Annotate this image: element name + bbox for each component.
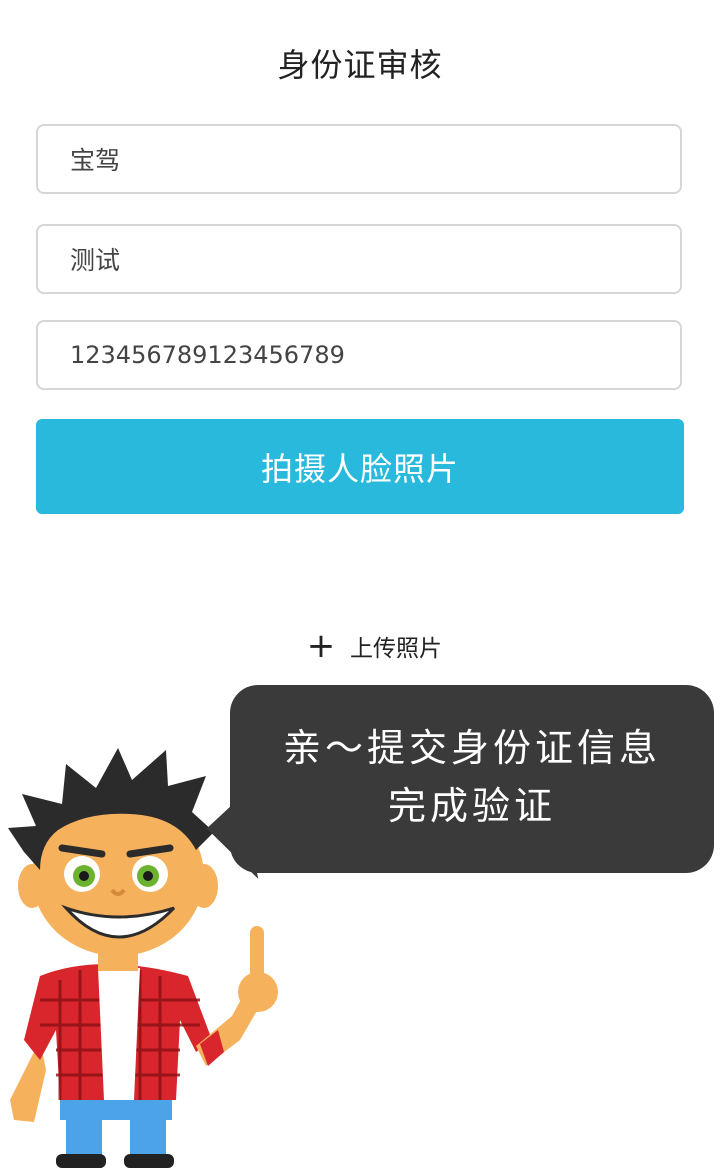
field-input-2[interactable] (36, 224, 682, 294)
bubble-line-1: 亲～提交身份证信息 (282, 726, 661, 770)
speech-bubble-text: 亲～提交身份证信息 完成验证 (230, 719, 714, 835)
bubble-line-2: 完成验证 (387, 784, 556, 828)
id-number-input[interactable] (36, 320, 682, 390)
field-input-1[interactable] (36, 124, 682, 194)
plus-icon: + (306, 626, 336, 666)
speech-bubble: 亲～提交身份证信息 完成验证 (230, 685, 714, 873)
page-title: 身份证审核 (277, 46, 443, 84)
capture-face-photo-button[interactable]: 拍摄人脸照片 (36, 419, 684, 514)
upload-photo-label: 上传照片 (350, 636, 442, 662)
upload-photo-button[interactable]: + 上传照片 (306, 626, 442, 666)
